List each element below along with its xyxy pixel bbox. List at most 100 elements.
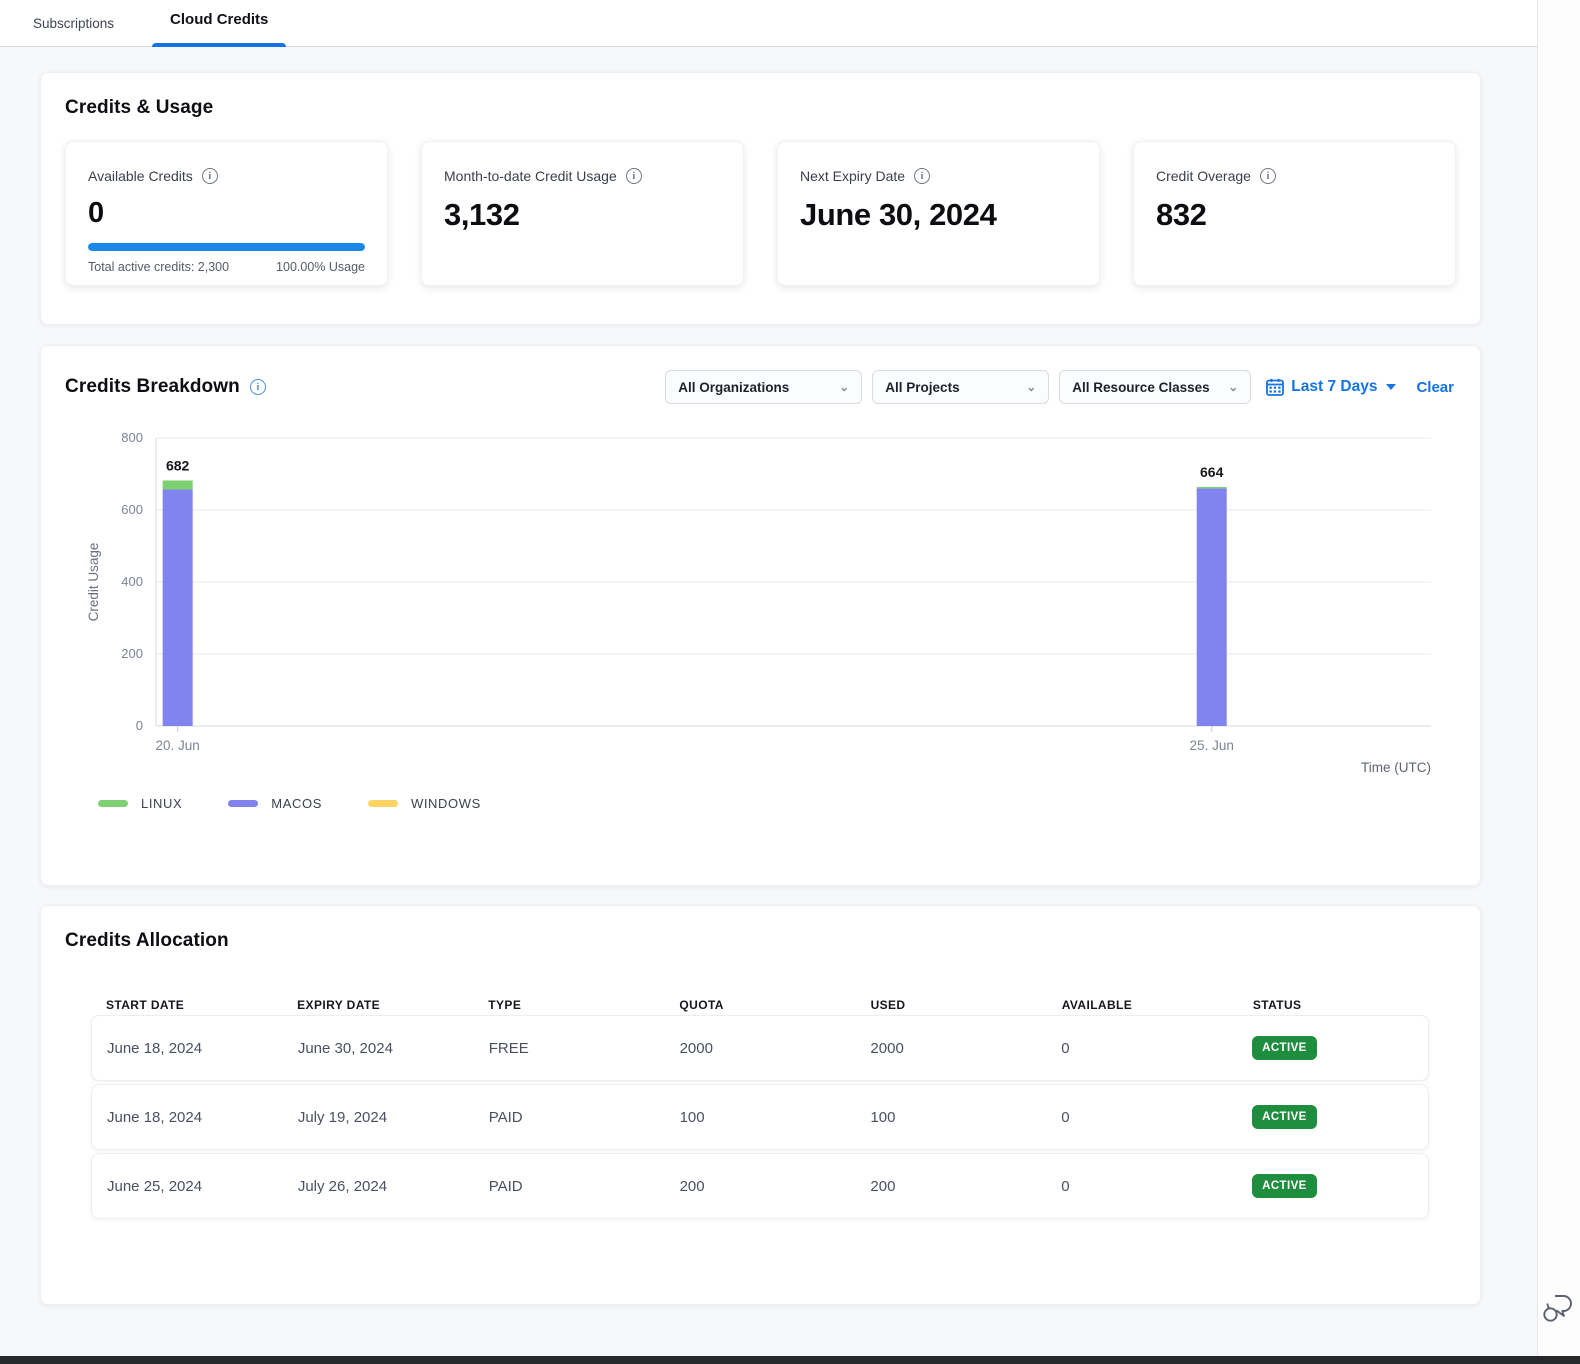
status-badge: ACTIVE	[1252, 1105, 1317, 1129]
chat-bubbles-icon	[1541, 1293, 1575, 1325]
macos-legend-swatch	[228, 800, 258, 807]
cell-quota: 200	[665, 1178, 856, 1195]
cell-quota: 100	[665, 1109, 856, 1126]
chevron-down-icon: ⌄	[1228, 380, 1238, 394]
svg-text:682: 682	[166, 457, 190, 473]
svg-text:Time (UTC): Time (UTC)	[1361, 760, 1431, 775]
legend-item-linux[interactable]: LINUX	[98, 796, 182, 811]
status-badge: ACTIVE	[1252, 1036, 1317, 1060]
svg-text:664: 664	[1200, 464, 1224, 480]
legend-item-macos[interactable]: MACOS	[228, 796, 322, 811]
cell-available: 0	[1046, 1178, 1237, 1195]
info-icon[interactable]: i	[914, 168, 930, 184]
right-gutter	[1537, 0, 1580, 1356]
available-credits-label: Available Credits	[88, 168, 193, 184]
svg-text:400: 400	[121, 574, 143, 589]
stat-cards-row: Available Credits i 0 Total active credi…	[65, 141, 1456, 286]
col-type: TYPE	[473, 998, 664, 1012]
svg-text:200: 200	[121, 646, 143, 661]
cell-used: 200	[855, 1178, 1046, 1195]
next-expiry-label: Next Expiry Date	[800, 168, 905, 184]
organizations-select-value: All Organizations	[678, 380, 789, 395]
linux-legend-label: LINUX	[141, 796, 182, 811]
bottom-edge-bar	[0, 1356, 1580, 1364]
clear-filters-button[interactable]: Clear	[1416, 379, 1454, 396]
date-range-picker[interactable]: Last 7 Days	[1266, 378, 1396, 396]
cell-used: 100	[855, 1109, 1046, 1126]
credits-usage-panel: Credits & Usage Available Credits i 0 To…	[40, 72, 1481, 325]
status-badge: ACTIVE	[1252, 1174, 1317, 1198]
windows-legend-swatch	[368, 800, 398, 807]
credits-allocation-title: Credits Allocation	[65, 930, 1456, 952]
date-range-value: Last 7 Days	[1291, 378, 1377, 396]
allocation-table: START DATE EXPIRY DATE TYPE QUOTA USED A…	[91, 998, 1429, 1219]
breakdown-filters: All Organizations ⌄ All Projects ⌄ All R…	[665, 370, 1456, 404]
col-used: USED	[856, 998, 1047, 1012]
cell-available: 0	[1046, 1040, 1237, 1057]
cell-expiry-date: July 19, 2024	[283, 1109, 474, 1126]
svg-text:0: 0	[136, 718, 143, 733]
support-chat-button[interactable]	[1541, 1293, 1575, 1325]
col-quota: QUOTA	[664, 998, 855, 1012]
calendar-icon	[1266, 378, 1284, 396]
credit-overage-value: 832	[1156, 197, 1433, 233]
credits-progress-fill	[88, 243, 365, 251]
total-active-credits: Total active credits: 2,300	[88, 260, 229, 274]
table-row: June 25, 2024 July 26, 2024 PAID 200 200…	[91, 1153, 1429, 1219]
projects-select-value: All Projects	[885, 380, 959, 395]
col-available: AVAILABLE	[1047, 998, 1238, 1012]
col-status: STATUS	[1238, 998, 1429, 1012]
linux-legend-swatch	[98, 800, 128, 807]
info-icon[interactable]: i	[202, 168, 218, 184]
info-icon[interactable]: i	[626, 168, 642, 184]
credit-overage-label: Credit Overage	[1156, 168, 1251, 184]
credits-breakdown-panel: Credits Breakdown i All Organizations ⌄ …	[40, 345, 1481, 886]
table-row: June 18, 2024 July 19, 2024 PAID 100 100…	[91, 1084, 1429, 1150]
cell-start-date: June 18, 2024	[92, 1109, 283, 1126]
mtd-usage-label: Month-to-date Credit Usage	[444, 168, 617, 184]
app-root: Subscriptions Cloud Credits Credits & Us…	[0, 0, 1580, 1364]
credit-overage-card: Credit Overage i 832	[1133, 141, 1456, 286]
available-credits-card: Available Credits i 0 Total active credi…	[65, 141, 388, 286]
cell-quota: 2000	[665, 1040, 856, 1057]
active-tab-underline	[152, 43, 286, 47]
next-expiry-value: June 30, 2024	[800, 197, 1077, 233]
cell-type: FREE	[474, 1040, 665, 1057]
caret-down-icon	[1386, 384, 1396, 390]
tab-subscriptions[interactable]: Subscriptions	[23, 0, 124, 47]
svg-text:800: 800	[121, 430, 143, 445]
svg-text:Credit Usage: Credit Usage	[86, 543, 101, 622]
cell-expiry-date: July 26, 2024	[283, 1178, 474, 1195]
main-content: Subscriptions Cloud Credits Credits & Us…	[0, 0, 1537, 1356]
resource-classes-select[interactable]: All Resource Classes ⌄	[1059, 370, 1251, 404]
credits-usage-title: Credits & Usage	[65, 97, 1456, 119]
cell-available: 0	[1046, 1109, 1237, 1126]
svg-text:20. Jun: 20. Jun	[156, 738, 200, 753]
chevron-down-icon: ⌄	[1026, 380, 1036, 394]
legend-item-windows[interactable]: WINDOWS	[368, 796, 481, 811]
chevron-down-icon: ⌄	[839, 380, 849, 394]
tab-cloud-credits-label: Cloud Credits	[170, 11, 268, 28]
cell-start-date: June 18, 2024	[92, 1040, 283, 1057]
cell-type: PAID	[474, 1178, 665, 1195]
usage-percent: 100.00% Usage	[276, 260, 365, 274]
col-expiry-date: EXPIRY DATE	[282, 998, 473, 1012]
projects-select[interactable]: All Projects ⌄	[872, 370, 1049, 404]
credits-progress-bar	[88, 243, 365, 251]
cell-start-date: June 25, 2024	[92, 1178, 283, 1195]
cell-type: PAID	[474, 1109, 665, 1126]
cell-used: 2000	[855, 1040, 1046, 1057]
col-start-date: START DATE	[91, 998, 282, 1012]
next-expiry-card: Next Expiry Date i June 30, 2024	[777, 141, 1100, 286]
resource-classes-select-value: All Resource Classes	[1072, 380, 1209, 395]
tab-cloud-credits[interactable]: Cloud Credits	[146, 0, 292, 47]
credits-allocation-panel: Credits Allocation START DATE EXPIRY DAT…	[40, 905, 1481, 1305]
tab-subscriptions-label: Subscriptions	[33, 16, 114, 31]
credit-usage-bar-chart[interactable]: 020040060080068220. Jun66425. JunCredit …	[65, 430, 1458, 782]
svg-text:600: 600	[121, 502, 143, 517]
organizations-select[interactable]: All Organizations ⌄	[665, 370, 862, 404]
table-header: START DATE EXPIRY DATE TYPE QUOTA USED A…	[91, 998, 1429, 1012]
mtd-usage-card: Month-to-date Credit Usage i 3,132	[421, 141, 744, 286]
info-icon[interactable]: i	[1260, 168, 1276, 184]
info-icon[interactable]: i	[250, 379, 266, 395]
